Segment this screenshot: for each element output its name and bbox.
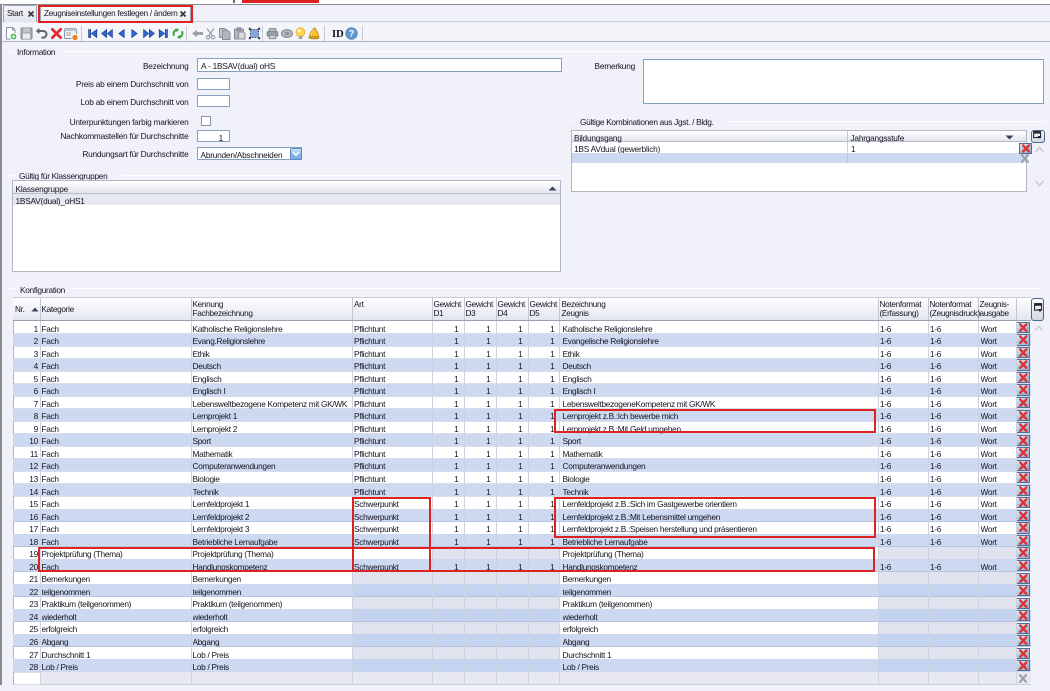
svg-text:?: ? bbox=[349, 29, 354, 39]
